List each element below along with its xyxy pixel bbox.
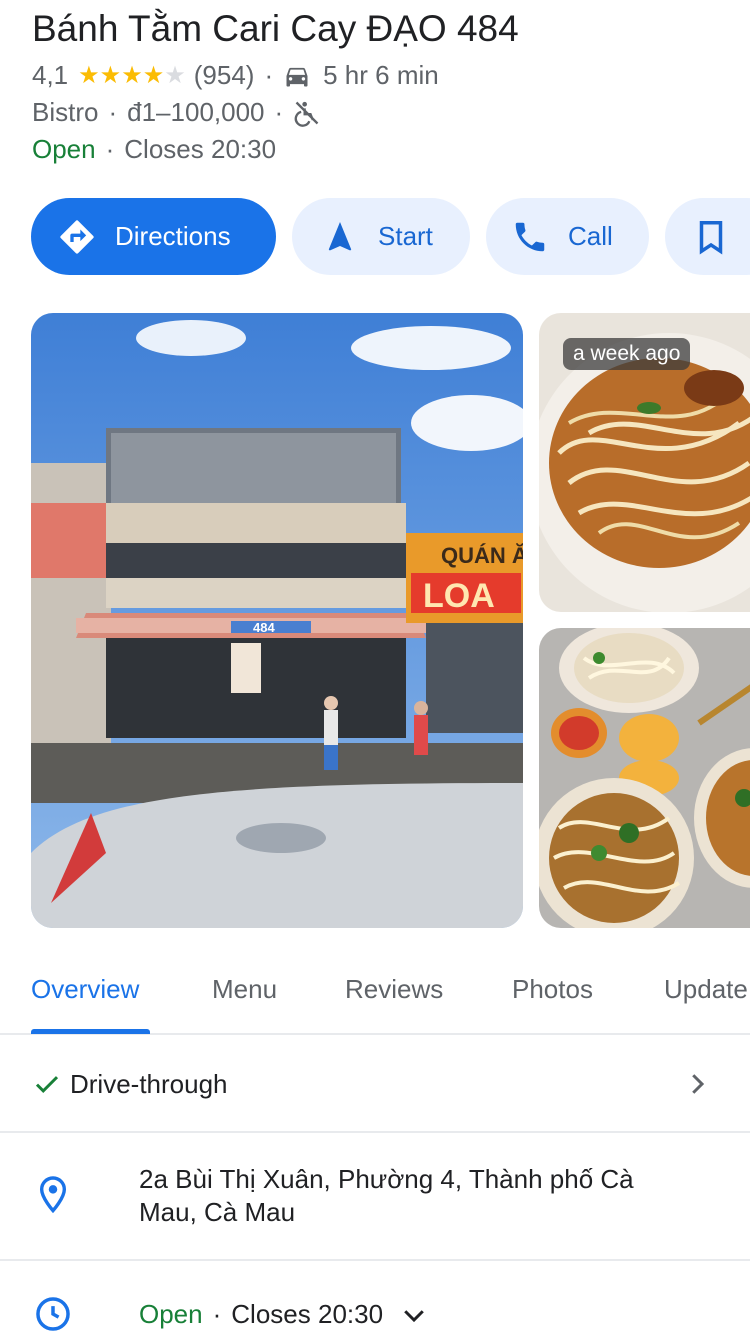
storefront-photo[interactable]: QUÁN Ă LOA 484 [31, 313, 523, 928]
tab-reviews[interactable]: Reviews [345, 974, 443, 1005]
rating-value: 4,1 [32, 60, 69, 90]
phone-icon [510, 217, 550, 257]
drive-through-label: Drive-through [70, 1069, 228, 1099]
start-label: Start [378, 221, 433, 251]
hours-closing: Closes 20:30 [231, 1299, 384, 1329]
directions-label: Directions [115, 221, 231, 251]
hours-text: Open · Closes 20:30 [139, 1299, 429, 1330]
star-icon: ★ [78, 61, 100, 89]
location-pin-icon [36, 1175, 70, 1215]
clock-icon [34, 1295, 72, 1333]
open-status: Open [32, 134, 96, 164]
tab-photos[interactable]: Photos [512, 974, 593, 1005]
category-row: Bistro · đ1–100,000 · [32, 97, 333, 128]
price-range: đ1–100,000 [127, 97, 265, 127]
review-count[interactable]: (954) [194, 60, 255, 91]
directions-button[interactable]: Directions [31, 198, 276, 275]
chevron-down-icon[interactable] [399, 1300, 429, 1330]
star-icon: ★ [142, 61, 165, 89]
photo-gallery: QUÁN Ă LOA 484 a week ago [0, 313, 750, 928]
address-line-2: Mau, Cà Mau [139, 1197, 296, 1227]
drive-time: 5 hr 6 min [323, 60, 439, 90]
save-button[interactable] [665, 198, 750, 275]
drive-through-row[interactable]: Drive-through [0, 1037, 750, 1133]
category: Bistro [32, 97, 99, 127]
storefront-number: 484 [253, 620, 275, 635]
directions-icon [57, 217, 97, 257]
navigation-arrow-icon [320, 217, 360, 257]
tab-updates[interactable]: Update [664, 974, 748, 1005]
hours-open-status: Open [139, 1299, 203, 1329]
start-button[interactable]: Start [292, 198, 470, 275]
rating-row: 4,1 ★ ★ ★ ★ ★ (954) · 5 hr 6 min [32, 60, 439, 91]
star-empty-icon: ★ [164, 61, 186, 89]
bookmark-icon [691, 217, 731, 257]
star-icon: ★ [99, 61, 122, 89]
hours-row[interactable]: Open · Closes 20:30 [0, 1263, 750, 1333]
hours-summary[interactable]: Open · Closes 20:30 [32, 134, 276, 165]
storefront-sign-text-2: LOA [423, 577, 495, 615]
address-row[interactable]: 2a Bùi Thị Xuân, Phường 4, Thành phố Cà … [0, 1135, 750, 1261]
active-tab-indicator [31, 1029, 150, 1034]
page-title: Bánh Tằm Cari Cay ĐẠO 484 [32, 8, 519, 49]
storefront-sign-text: QUÁN Ă [441, 543, 523, 568]
star-icon: ★ [121, 61, 143, 89]
not-wheelchair-accessible-icon [293, 99, 321, 127]
food-photo-1[interactable]: a week ago [539, 313, 750, 612]
action-chips: Directions Start Call [0, 198, 750, 275]
call-button[interactable]: Call [486, 198, 649, 275]
food-photo-2[interactable] [539, 628, 750, 928]
car-icon [283, 62, 311, 90]
tab-menu[interactable]: Menu [212, 974, 277, 1005]
closing-time: Closes 20:30 [124, 134, 277, 164]
address-text: 2a Bùi Thị Xuân, Phường 4, Thành phố Cà … [139, 1163, 634, 1229]
address-line-1: 2a Bùi Thị Xuân, Phường 4, Thành phố Cà [139, 1164, 634, 1194]
rating-stars: ★ ★ ★ ★ ★ [78, 61, 186, 89]
photo-age-badge: a week ago [563, 338, 691, 370]
place-tabs: Overview Menu Reviews Photos Update [0, 960, 750, 1035]
call-label: Call [568, 221, 613, 251]
tab-overview[interactable]: Overview [31, 974, 139, 1005]
chevron-right-icon [682, 1069, 712, 1099]
checkmark-icon [32, 1069, 62, 1099]
